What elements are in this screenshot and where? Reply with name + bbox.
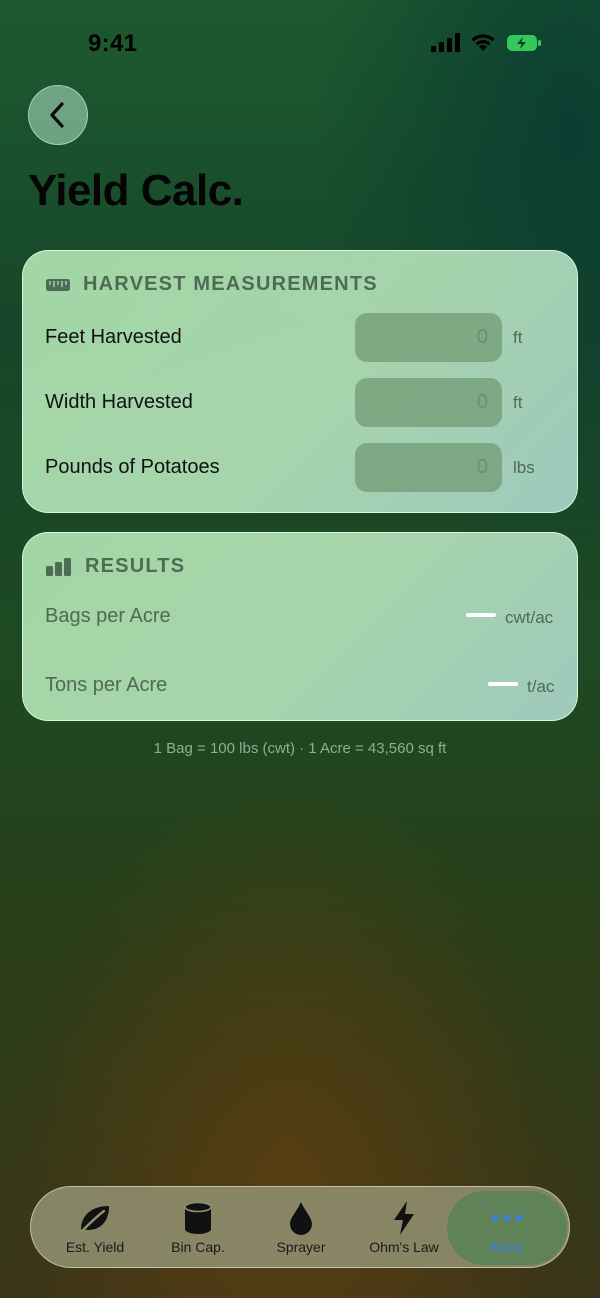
wifi-icon xyxy=(471,34,495,51)
drop-icon xyxy=(290,1202,312,1235)
status-icons xyxy=(431,32,542,52)
tab-ohms-law[interactable]: Ohm's Law xyxy=(352,1187,456,1269)
bar-chart-icon xyxy=(46,557,71,576)
bags-per-acre-label: Bags per Acre xyxy=(45,605,171,627)
tab-label: Est. Yield xyxy=(65,1239,125,1255)
tons-per-acre-unit: t/ac xyxy=(527,677,555,696)
width-harvested-label: Width Harvested xyxy=(45,391,193,413)
ellipsis-icon xyxy=(491,1214,523,1222)
tab-label: Ohm's Law xyxy=(369,1239,439,1255)
status-bar: 9:41 xyxy=(0,0,600,90)
bags-per-acre-unit: cwt/ac xyxy=(505,608,554,627)
pounds-of-potatoes-input[interactable]: 0 xyxy=(355,443,502,492)
tab-label: Sprayer xyxy=(276,1239,326,1255)
status-time: 9:41 xyxy=(88,30,138,57)
section-title: HARVEST MEASUREMENTS xyxy=(83,273,378,295)
ruler-icon xyxy=(46,278,70,291)
tons-per-acre-value xyxy=(488,682,518,686)
card-header: HARVEST MEASUREMENTS xyxy=(45,273,378,296)
tab-label: Bin Cap. xyxy=(171,1239,225,1255)
conversion-footnote: 1 Bag = 100 lbs (cwt) · 1 Acre = 43,560 … xyxy=(153,740,447,757)
results-card: RESULTS Bags per Acre cwt/ac Tons per Ac… xyxy=(22,532,578,721)
cellular-signal-icon xyxy=(431,32,460,52)
tab-label: More xyxy=(491,1239,523,1255)
bags-per-acre-value xyxy=(466,613,496,617)
harvest-measurements-card: HARVEST MEASUREMENTS Feet Harvested 0 ft… xyxy=(22,250,578,513)
feet-harvested-label: Feet Harvested xyxy=(45,326,182,348)
leaf-icon xyxy=(80,1206,109,1233)
tab-more[interactable]: More xyxy=(455,1187,559,1269)
battery-charging-icon xyxy=(507,35,541,51)
back-button[interactable] xyxy=(28,85,88,145)
card-header: RESULTS xyxy=(45,555,185,578)
pounds-of-potatoes-label: Pounds of Potatoes xyxy=(45,456,220,478)
width-harvested-unit: ft xyxy=(513,393,523,412)
section-title: RESULTS xyxy=(85,555,186,577)
feet-harvested-unit: ft xyxy=(513,328,523,347)
cylinder-icon xyxy=(184,1201,212,1234)
tons-per-acre-label: Tons per Acre xyxy=(45,674,168,696)
tab-est-yield[interactable]: Est. Yield xyxy=(43,1187,147,1269)
bolt-icon xyxy=(394,1201,414,1235)
tab-sprayer[interactable]: Sprayer xyxy=(249,1187,353,1269)
tab-bin-cap[interactable]: Bin Cap. xyxy=(146,1187,250,1269)
feet-harvested-input[interactable]: 0 xyxy=(355,313,502,362)
chevron-left-icon xyxy=(50,102,64,128)
page-title: Yield Calc. xyxy=(28,166,244,215)
tab-bar: Est. Yield Bin Cap. Sprayer Ohm's Law Mo… xyxy=(30,1186,570,1268)
width-harvested-input[interactable]: 0 xyxy=(355,378,502,427)
pounds-of-potatoes-unit: lbs xyxy=(513,458,535,477)
